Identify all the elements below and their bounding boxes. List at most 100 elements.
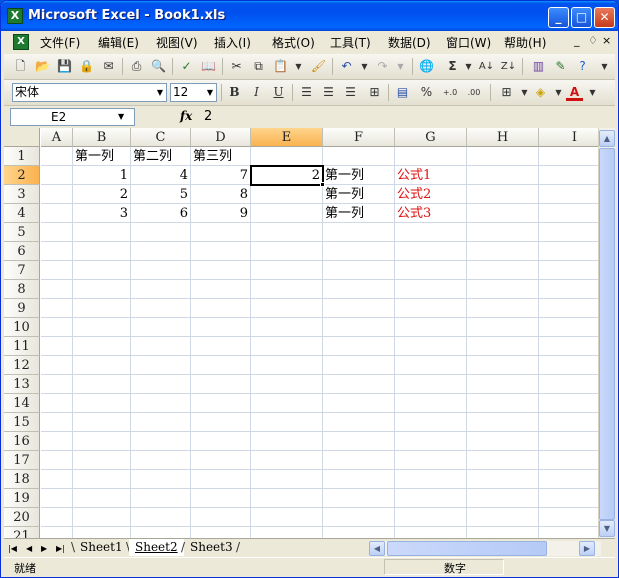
tab-sheet2[interactable]: Sheet2 <box>129 539 184 556</box>
column-header-e[interactable]: E <box>251 128 323 147</box>
sort-ascending-icon[interactable]: A↓ <box>478 58 495 75</box>
cell-d1[interactable]: 第三列 <box>193 147 232 166</box>
fill-handle[interactable] <box>320 182 325 187</box>
row-header-12[interactable]: 12 <box>4 356 40 375</box>
first-sheet-icon[interactable]: |◀ <box>8 541 17 556</box>
row-header-2[interactable]: 2 <box>4 166 40 185</box>
print-preview-icon[interactable]: 🔍 <box>150 58 167 75</box>
undo-icon[interactable]: ↶ <box>338 58 355 75</box>
borders-dropdown-icon[interactable]: ▼ <box>516 84 533 101</box>
menu-data[interactable]: 数据(D) <box>388 34 431 51</box>
tab-sheet3[interactable]: Sheet3 <box>184 539 239 556</box>
menu-file[interactable]: 文件(F) <box>40 34 80 51</box>
spelling-icon[interactable]: ✓ <box>178 58 195 75</box>
redo-icon[interactable]: ↷ <box>374 58 391 75</box>
merge-center-icon[interactable]: ⊞ <box>366 84 383 101</box>
row-header-19[interactable]: 19 <box>4 489 40 508</box>
drawing-icon[interactable]: ✎ <box>552 58 569 75</box>
sort-descending-icon[interactable]: Z↓ <box>500 58 517 75</box>
align-left-icon[interactable]: ☰ <box>298 84 315 101</box>
open-icon[interactable]: 📂 <box>34 58 51 75</box>
increase-decimal-button[interactable]: +.0 <box>440 84 460 101</box>
print-icon[interactable]: ⎙ <box>128 58 145 75</box>
currency-icon[interactable]: ▤ <box>394 84 411 101</box>
name-box[interactable]: E2 <box>10 108 135 126</box>
cell-d2[interactable]: 7 <box>191 166 250 185</box>
vertical-scroll-thumb[interactable] <box>599 148 615 520</box>
menu-window[interactable]: 窗口(W) <box>446 34 491 51</box>
menu-tools[interactable]: 工具(T) <box>330 34 371 51</box>
toolbar-options-icon[interactable]: ▼ <box>596 58 613 75</box>
borders-icon[interactable]: ⊞ <box>498 84 515 101</box>
last-sheet-icon[interactable]: ▶| <box>56 541 65 556</box>
cell-g2[interactable]: 公式1 <box>397 166 431 185</box>
mail-icon[interactable]: ✉ <box>100 58 117 75</box>
fill-color-dropdown-icon[interactable]: ▼ <box>550 84 567 101</box>
copy-icon[interactable]: ⧉ <box>250 58 267 75</box>
cell-c4[interactable]: 6 <box>131 204 190 223</box>
cell-b1[interactable]: 第一列 <box>75 147 114 166</box>
menu-help[interactable]: 帮助(H) <box>504 34 546 51</box>
column-header-a[interactable]: A <box>41 128 73 147</box>
align-right-icon[interactable]: ☰ <box>342 84 359 101</box>
font-name-dropdown-icon[interactable]: ▼ <box>154 83 166 102</box>
cell-d3[interactable]: 8 <box>191 185 250 204</box>
scroll-down-icon[interactable]: ▼ <box>599 520 615 537</box>
undo-dropdown-icon[interactable]: ▼ <box>356 58 373 75</box>
menu-view[interactable]: 视图(V) <box>156 34 198 51</box>
minimize-button[interactable]: _ <box>548 7 569 28</box>
row-header-11[interactable]: 11 <box>4 337 40 356</box>
hyperlink-icon[interactable]: 🌐 <box>418 58 435 75</box>
cell-c1[interactable]: 第二列 <box>133 147 172 166</box>
title-bar[interactable]: X Microsoft Excel - Book1.xls _ □ ✕ <box>1 1 618 31</box>
autosum-dropdown-icon[interactable]: ▼ <box>460 58 477 75</box>
row-header-17[interactable]: 17 <box>4 451 40 470</box>
cell-f4[interactable]: 第一列 <box>325 204 364 223</box>
row-header-9[interactable]: 9 <box>4 299 40 318</box>
permission-icon[interactable]: 🔒 <box>78 58 95 75</box>
font-size-dropdown-icon[interactable]: ▼ <box>204 83 216 102</box>
format-painter-icon[interactable]: 🖌 <box>310 58 327 75</box>
close-button[interactable]: ✕ <box>594 7 615 28</box>
cell-c3[interactable]: 5 <box>131 185 190 204</box>
workbook-icon[interactable]: X <box>13 34 29 50</box>
new-icon[interactable]: 🗋 <box>12 58 29 75</box>
row-header-3[interactable]: 3 <box>4 185 40 204</box>
column-header-b[interactable]: B <box>73 128 131 147</box>
menu-format[interactable]: 格式(O) <box>272 34 315 51</box>
cell-g3[interactable]: 公式2 <box>397 185 431 204</box>
row-header-5[interactable]: 5 <box>4 223 40 242</box>
paste-icon[interactable]: 📋 <box>272 58 289 75</box>
paste-dropdown-icon[interactable]: ▼ <box>290 58 307 75</box>
cell-d4[interactable]: 9 <box>191 204 250 223</box>
underline-button[interactable]: U <box>270 84 287 101</box>
horizontal-scrollbar[interactable]: ◀ ▶ <box>369 541 601 556</box>
cell-b2[interactable]: 1 <box>73 166 130 185</box>
save-icon[interactable]: 💾 <box>56 58 73 75</box>
font-color-dropdown-icon[interactable]: ▼ <box>584 84 601 101</box>
column-header-g[interactable]: G <box>395 128 467 147</box>
cell-f3[interactable]: 第一列 <box>325 185 364 204</box>
name-box-dropdown-icon[interactable]: ▼ <box>118 108 124 126</box>
excel-app-icon[interactable]: X <box>7 8 23 24</box>
prev-sheet-icon[interactable]: ◀ <box>26 541 32 556</box>
formula-input[interactable]: 2 <box>204 108 609 126</box>
row-header-6[interactable]: 6 <box>4 242 40 261</box>
maximize-button[interactable]: □ <box>571 7 592 28</box>
scroll-left-icon[interactable]: ◀ <box>369 541 385 556</box>
help-icon[interactable]: ? <box>574 58 591 75</box>
row-header-20[interactable]: 20 <box>4 508 40 527</box>
align-center-icon[interactable]: ☰ <box>320 84 337 101</box>
research-icon[interactable]: 📖 <box>200 58 217 75</box>
chart-wizard-icon[interactable]: ▥ <box>530 58 547 75</box>
menu-insert[interactable]: 插入(I) <box>214 34 251 51</box>
cell-f2[interactable]: 第一列 <box>325 166 364 185</box>
select-all-button[interactable] <box>4 128 40 147</box>
cell-b3[interactable]: 2 <box>73 185 130 204</box>
percent-button[interactable]: % <box>418 84 435 101</box>
cell-b4[interactable]: 3 <box>73 204 130 223</box>
insert-function-icon[interactable]: fx <box>180 109 192 123</box>
row-header-13[interactable]: 13 <box>4 375 40 394</box>
doc-close-button[interactable]: × <box>602 34 611 47</box>
row-header-14[interactable]: 14 <box>4 394 40 413</box>
